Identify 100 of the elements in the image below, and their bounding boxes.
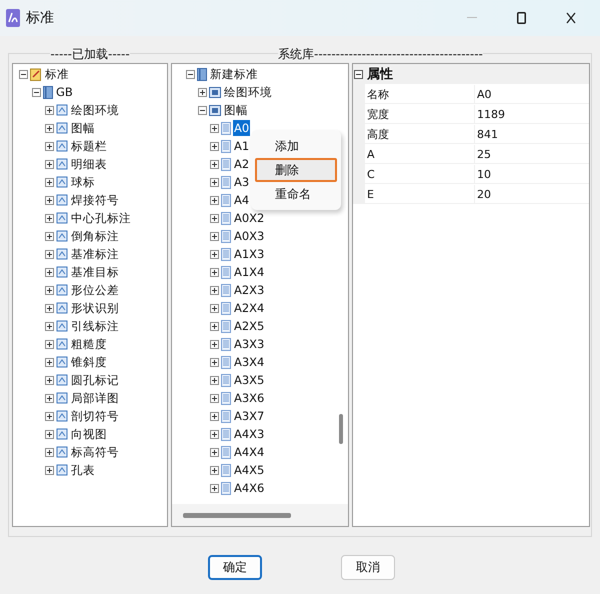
tree-item[interactable]: 绘图环境	[223, 84, 273, 100]
expander-icon[interactable]	[210, 214, 219, 222]
property-value[interactable]: 1189	[475, 108, 589, 120]
property-value[interactable]: 25	[475, 148, 589, 160]
expander-icon[interactable]	[210, 322, 219, 330]
scrollbar-thumb[interactable]	[183, 513, 291, 518]
expander-icon[interactable]	[45, 430, 54, 438]
expander-icon[interactable]	[210, 466, 219, 474]
tree-item[interactable]: 标高符号	[70, 444, 120, 460]
expander-icon[interactable]	[198, 106, 207, 114]
expander-icon[interactable]	[198, 88, 207, 96]
expander-icon[interactable]	[45, 232, 54, 240]
scrollbar-thumb[interactable]	[339, 414, 343, 444]
expander-icon[interactable]	[210, 124, 219, 132]
tree-item[interactable]: 标准	[44, 66, 70, 82]
expander-icon[interactable]	[45, 196, 54, 204]
expander-icon[interactable]	[45, 178, 54, 186]
expander-icon[interactable]	[45, 250, 54, 258]
expander-icon[interactable]	[45, 214, 54, 222]
expander-icon[interactable]	[45, 340, 54, 348]
expander-icon[interactable]	[45, 106, 54, 114]
property-value[interactable]: A0	[475, 88, 589, 100]
tree-item[interactable]: A3X3	[233, 336, 266, 352]
tree-item[interactable]: GB	[55, 84, 74, 100]
tree-item[interactable]: A4	[233, 192, 250, 208]
expander-icon[interactable]	[45, 358, 54, 366]
tree-item[interactable]: 图幅	[223, 102, 249, 118]
expander-icon[interactable]	[45, 376, 54, 384]
dialog-button[interactable]: 确定	[208, 555, 262, 580]
tree-item[interactable]: 剖切符号	[70, 408, 120, 424]
expander-icon[interactable]	[45, 142, 54, 150]
tree-item[interactable]: 明细表	[70, 156, 108, 172]
expander-icon[interactable]	[210, 142, 219, 150]
maximize-icon[interactable]	[517, 12, 526, 24]
expander-icon[interactable]	[45, 466, 54, 474]
tree-item[interactable]: 形位公差	[70, 282, 120, 298]
expander-icon[interactable]	[210, 484, 219, 492]
expander-icon[interactable]	[210, 448, 219, 456]
expander-icon[interactable]	[186, 70, 195, 78]
expander-icon[interactable]	[210, 196, 219, 204]
tree-item[interactable]: 基准标注	[70, 246, 120, 262]
tree-item[interactable]: A2X5	[233, 318, 266, 334]
tree-item[interactable]: 图幅	[70, 120, 96, 136]
expander-icon[interactable]	[45, 448, 54, 456]
tree-item[interactable]: A1X4	[233, 264, 266, 280]
expander-icon[interactable]	[45, 304, 54, 312]
close-icon[interactable]	[566, 12, 576, 24]
expander-icon[interactable]	[45, 286, 54, 294]
expander-icon[interactable]	[210, 376, 219, 384]
tree-item[interactable]: 引线标注	[70, 318, 120, 334]
tree-item[interactable]: 绘图环境	[70, 102, 120, 118]
tree-item[interactable]: A3X4	[233, 354, 266, 370]
tree-item[interactable]: 中心孔标注	[70, 210, 132, 226]
tree-item[interactable]: 基准目标	[70, 264, 120, 280]
expander-icon[interactable]	[210, 178, 219, 186]
expander-icon[interactable]	[210, 286, 219, 294]
tree-item[interactable]: A3X6	[233, 390, 266, 406]
tree-item[interactable]: A0	[233, 120, 250, 136]
tree-item[interactable]: 锥斜度	[70, 354, 108, 370]
tree-item[interactable]: A0X3	[233, 228, 266, 244]
expander-icon[interactable]	[210, 268, 219, 276]
expander-icon[interactable]	[210, 412, 219, 420]
tree-item[interactable]: A2X3	[233, 282, 266, 298]
property-value[interactable]: 841	[475, 128, 589, 140]
tree-item[interactable]: A3X5	[233, 372, 266, 388]
tree-item[interactable]: A4X3	[233, 426, 266, 442]
tree-item[interactable]: 形状识别	[70, 300, 120, 316]
tree-item[interactable]: A4X6	[233, 480, 266, 496]
menu-item[interactable]: 添加	[255, 134, 337, 158]
dialog-button[interactable]: 取消	[341, 555, 395, 580]
tree-item[interactable]: 标题栏	[70, 138, 108, 154]
tree-item[interactable]: 倒角标注	[70, 228, 120, 244]
tree-item[interactable]: 圆孔标记	[70, 372, 120, 388]
menu-item[interactable]: 删除	[255, 158, 337, 182]
expander-icon[interactable]	[210, 250, 219, 258]
expander-icon[interactable]	[45, 124, 54, 132]
expander-icon[interactable]	[45, 268, 54, 276]
expander-icon[interactable]	[210, 160, 219, 168]
property-value[interactable]: 20	[475, 188, 589, 200]
tree-item[interactable]: A0X2	[233, 210, 266, 226]
expander-icon[interactable]	[210, 430, 219, 438]
expander-icon[interactable]	[210, 394, 219, 402]
expander-icon[interactable]	[45, 322, 54, 330]
tree-item[interactable]: 局部详图	[70, 390, 120, 406]
tree-item[interactable]: 孔表	[70, 462, 96, 478]
expander-icon[interactable]	[45, 412, 54, 420]
expander-icon[interactable]	[45, 394, 54, 402]
collapse-icon[interactable]	[354, 70, 363, 78]
tree-item[interactable]: A2	[233, 156, 250, 172]
expander-icon[interactable]	[210, 304, 219, 312]
tree-item[interactable]: A3X7	[233, 408, 266, 424]
expander-icon[interactable]	[210, 232, 219, 240]
tree-item[interactable]: A1X3	[233, 246, 266, 262]
expander-icon[interactable]	[45, 160, 54, 168]
tree-item[interactable]: 向视图	[70, 426, 108, 442]
expander-icon[interactable]	[210, 340, 219, 348]
tree-item[interactable]: 焊接符号	[70, 192, 120, 208]
tree-item[interactable]: A1	[233, 138, 250, 154]
expander-icon[interactable]	[19, 70, 28, 78]
tree-item[interactable]: 粗糙度	[70, 336, 108, 352]
